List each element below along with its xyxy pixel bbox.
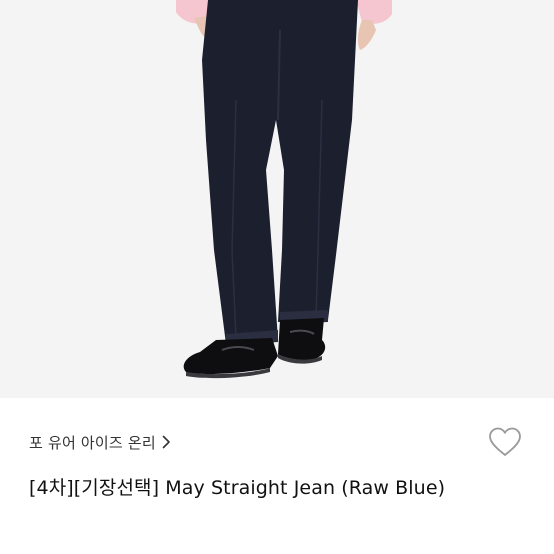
product-detail-page: 포 유어 아이즈 온리 [4차][기장선택] May Straight Jean…	[0, 0, 554, 554]
jeans-photo	[0, 0, 554, 398]
product-title: [4차][기장선택] May Straight Jean (Raw Blue)	[29, 477, 446, 499]
chevron-right-icon	[162, 435, 171, 449]
brand-link[interactable]: 포 유어 아이즈 온리	[29, 430, 171, 454]
wishlist-button[interactable]	[485, 426, 525, 462]
heart-outline-icon	[487, 426, 523, 462]
product-image[interactable]	[0, 0, 554, 398]
product-info: 포 유어 아이즈 온리 [4차][기장선택] May Straight Jean…	[0, 398, 554, 554]
right-shoe	[278, 318, 326, 361]
brand-name: 포 유어 아이즈 온리	[29, 433, 156, 452]
